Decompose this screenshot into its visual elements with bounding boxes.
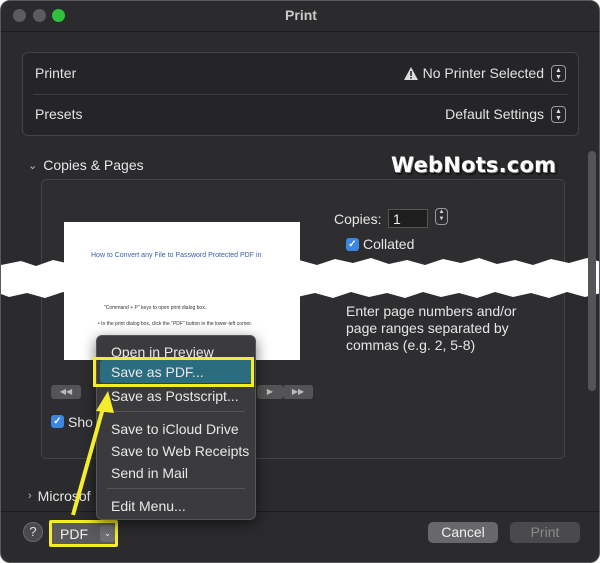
title-bar: Print [1, 1, 599, 31]
presets-value: Default Settings [445, 106, 544, 122]
copies-label: Copies: [334, 211, 382, 227]
copies-field[interactable] [388, 209, 428, 228]
print-dialog: Print Printer No Printer Selected ▲ ▼ Pre… [0, 0, 600, 563]
next-page-button[interactable]: ▶ [257, 385, 283, 399]
pages-hint-text: Enter page numbers and/or page ranges se… [346, 303, 517, 353]
chevron-right-icon: › [28, 490, 32, 502]
presets-label: Presets [35, 106, 83, 122]
preview-text-line: "Command + P" keys to open print dialog … [104, 305, 207, 311]
preview-text-line: • In the print dialog box, click the "PD… [98, 321, 252, 327]
title-divider [1, 31, 599, 32]
menu-separator [107, 411, 245, 412]
help-button[interactable]: ? [23, 522, 43, 542]
warning-icon [403, 66, 418, 80]
copies-pages-disclosure[interactable]: ⌄ Copies & Pages [28, 157, 144, 173]
menu-item-save-to-web-receipts[interactable]: Save to Web Receipts [111, 443, 249, 459]
print-button[interactable]: Print [510, 522, 580, 543]
watermark-logo: WebNots.com [391, 153, 557, 177]
menu-item-save-as-postscript[interactable]: Save as Postscript... [111, 388, 239, 404]
pdf-menu-button[interactable]: PDF ⌄ [49, 520, 118, 547]
printer-value: No Printer Selected [422, 65, 544, 81]
cancel-button[interactable]: Cancel [428, 522, 498, 543]
panel-divider [33, 94, 568, 95]
pdf-label: PDF [60, 526, 88, 542]
chevron-down-icon: ⌄ [100, 525, 115, 542]
torn-paper-overlay [1, 258, 599, 298]
bottom-divider [1, 511, 599, 512]
first-page-button[interactable]: ◀◀ [51, 385, 81, 399]
save-as-pdf-highlight-outline [93, 357, 254, 387]
show-checkbox[interactable]: ✓ [51, 415, 64, 428]
show-label: Sho [68, 414, 93, 430]
printer-select[interactable]: No Printer Selected [403, 65, 544, 81]
menu-item-edit-menu[interactable]: Edit Menu... [111, 498, 186, 514]
last-page-button[interactable]: ▶▶ [283, 385, 313, 399]
collated-label: Collated [363, 236, 415, 252]
printer-popup-chevrons-icon[interactable]: ▲ ▼ [551, 65, 566, 82]
copies-pages-label: Copies & Pages [43, 157, 144, 173]
printer-presets-panel: Printer No Printer Selected ▲ ▼ Presets D… [22, 52, 579, 136]
presets-select[interactable]: Default Settings [445, 106, 544, 122]
printer-label: Printer [35, 65, 77, 81]
scrollbar[interactable] [588, 151, 596, 391]
chevron-down-icon: ⌄ [28, 159, 38, 172]
menu-item-send-in-mail[interactable]: Send in Mail [111, 465, 188, 481]
microsoft-section-label: Microsof [37, 488, 91, 504]
window-title: Print [285, 7, 317, 23]
presets-popup-chevrons-icon[interactable]: ▲ ▼ [551, 106, 566, 123]
menu-item-save-to-icloud[interactable]: Save to iCloud Drive [111, 421, 239, 437]
collated-checkbox[interactable]: ✓ [346, 238, 359, 251]
copies-stepper[interactable]: ▲ ▼ [435, 208, 448, 225]
menu-separator [107, 488, 245, 489]
microsoft-section-disclosure[interactable]: › Microsof [28, 488, 91, 504]
